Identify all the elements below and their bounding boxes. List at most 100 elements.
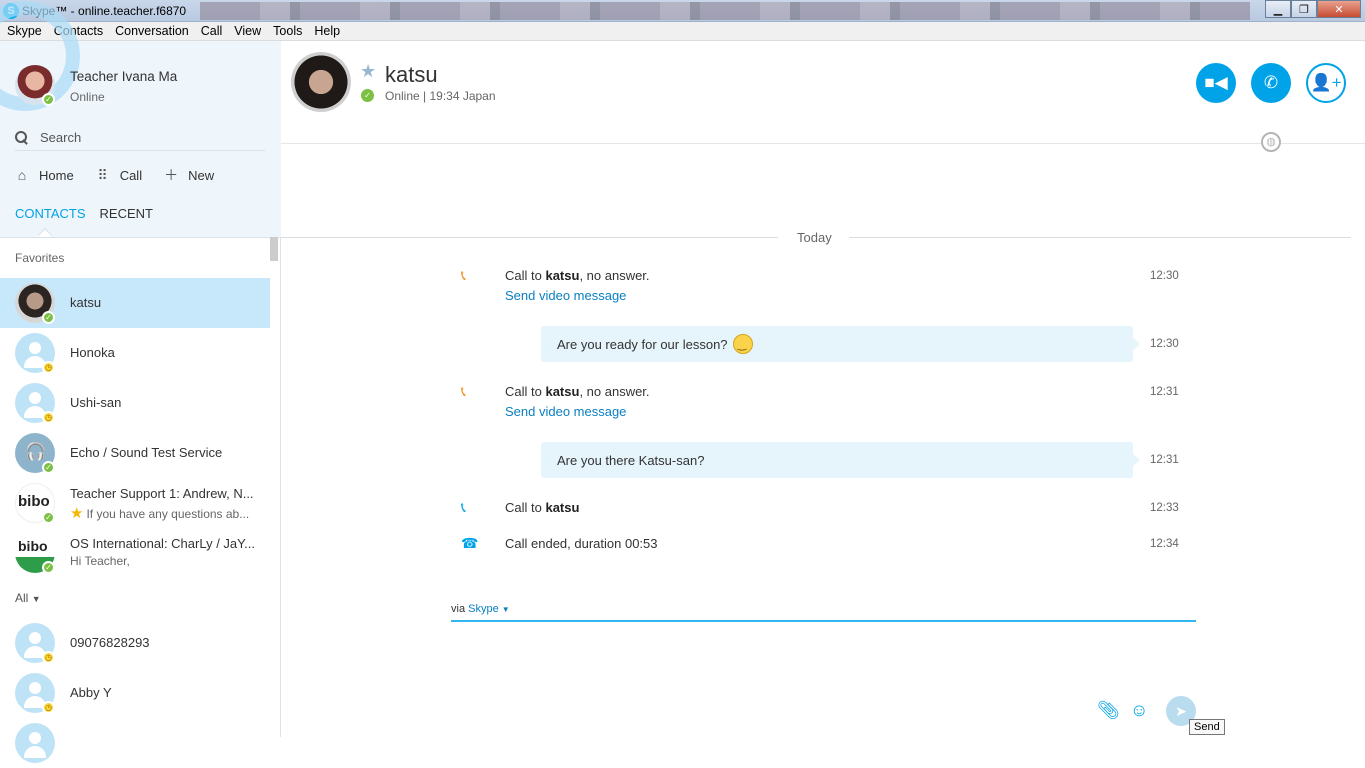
video-camera-icon: ■◀ <box>1204 73 1228 92</box>
contact-mood: ★ If you have any questions ab... <box>70 504 249 522</box>
contact-name: 09076828293 <box>70 635 150 650</box>
via-selector[interactable]: via Skype ▼ <box>451 603 510 615</box>
search-input[interactable]: Search <box>15 125 265 151</box>
call-ended-icon: ☎ <box>461 535 479 551</box>
conversation-name[interactable]: katsu <box>385 62 438 88</box>
home-label: Home <box>39 167 74 183</box>
menu-call[interactable]: Call <box>201 24 223 38</box>
all-filter-dropdown[interactable]: All ▼ <box>15 591 41 605</box>
sidebar: ✓ Teacher Ivana Ma Online Search ⌂ Home … <box>0 1 281 763</box>
send-tooltip: Send <box>1189 719 1225 735</box>
profile-name[interactable]: Teacher Ivana Ma <box>70 69 177 84</box>
online-status-icon: ✓ <box>42 461 55 474</box>
online-status-icon: ✓ <box>42 93 55 106</box>
contact-name: Ushi-san <box>70 395 122 410</box>
contact-ushi-san[interactable]: ◷ Ushi-san <box>0 378 270 428</box>
maximize-button[interactable]: ❐ <box>1291 0 1317 18</box>
contact-echo[interactable]: ✓ Echo / Sound Test Service <box>0 428 270 478</box>
all-label: All <box>15 591 29 605</box>
away-status-icon: ◷ <box>42 701 55 714</box>
call-ended-event: Call ended, duration 00:53 <box>505 536 658 551</box>
contact-os-international[interactable]: bibo ✓ OS International: CharLy / JaY...… <box>0 528 270 578</box>
tab-contacts[interactable]: CONTACTS <box>15 206 86 221</box>
home-icon: ⌂ <box>17 167 27 183</box>
search-icon <box>15 131 28 144</box>
home-button[interactable]: ⌂ Home <box>15 167 74 183</box>
contact-list-scrollbar[interactable] <box>270 237 278 261</box>
profile-status[interactable]: Online <box>70 90 105 104</box>
call-button[interactable]: ⠿ Call <box>96 166 143 184</box>
taskbar-tabs[interactable] <box>200 2 1250 20</box>
search-placeholder: Search <box>40 130 82 145</box>
menu-help[interactable]: Help <box>314 24 340 38</box>
audio-call-button[interactable]: ✆ <box>1251 63 1291 103</box>
chevron-down-icon: ▼ <box>501 605 510 614</box>
send-video-message-link[interactable]: Send video message <box>505 288 626 303</box>
close-button[interactable]: ✕ <box>1317 0 1361 18</box>
favorites-label: Favorites <box>15 251 65 265</box>
message-text: Are you ready for our lesson? <box>557 336 728 352</box>
send-video-message-link[interactable]: Send video message <box>505 404 626 419</box>
away-status-icon: ◷ <box>42 411 55 424</box>
contact-teacher-support[interactable]: bibo ✓ Teacher Support 1: Andrew, N... ★… <box>0 478 270 528</box>
menu-tools[interactable]: Tools <box>273 24 302 38</box>
attach-file-icon[interactable]: 📎︎ <box>1097 700 1120 721</box>
message-time: 12:34 <box>1150 538 1179 550</box>
online-status-icon: ✓ <box>42 561 55 574</box>
conversation-status: Online | 19:34 Japan <box>385 89 496 103</box>
service-name: Skype <box>468 603 499 615</box>
new-label: New <box>188 167 215 183</box>
phone-icon: ✆ <box>1263 73 1279 92</box>
outgoing-call-icon: 📞︎ <box>461 499 466 515</box>
contact-name: OS International: CharLy / JaY... <box>70 536 255 551</box>
menu-bar: Skype Contacts Conversation Call View To… <box>0 22 1365 41</box>
menu-conversation[interactable]: Conversation <box>115 24 189 38</box>
contact-mood: Hi Teacher, <box>70 554 130 568</box>
away-status-icon: ◷ <box>42 651 55 664</box>
day-divider-right <box>849 237 1351 238</box>
contact-09076828293[interactable]: ◷ 09076828293 <box>0 618 270 668</box>
message-text: Are you there Katsu-san? <box>557 452 705 468</box>
call-label: Call <box>119 167 143 183</box>
online-status-icon: ✓ <box>361 89 374 102</box>
call-event: Call to katsu, no answer. <box>505 384 650 399</box>
message-input[interactable] <box>451 620 1196 622</box>
divider <box>0 237 281 238</box>
dialpad-icon: ⠿ <box>97 166 108 183</box>
conversation-avatar[interactable] <box>291 52 351 112</box>
message-time: 12:31 <box>1150 386 1179 398</box>
call-event: Call to katsu, no answer. <box>505 268 650 283</box>
missed-call-icon: 📞︎ <box>461 383 466 399</box>
globe-icon[interactable]: ◍ <box>1261 132 1281 152</box>
message-bubble[interactable]: Are you ready for our lesson? <box>541 326 1140 362</box>
add-people-button[interactable]: 👤+ <box>1306 63 1346 103</box>
star-icon: ★ <box>70 505 84 522</box>
online-status-icon: ✓ <box>42 311 55 324</box>
contact-partial[interactable] <box>0 718 270 768</box>
call-event: Call to katsu <box>505 500 580 515</box>
contact-honoka[interactable]: ◷ Honoka <box>0 328 270 378</box>
via-label: via <box>451 603 466 615</box>
contact-name: Teacher Support 1: Andrew, N... <box>70 486 254 501</box>
avatar <box>15 723 55 763</box>
message-time: 12:30 <box>1150 338 1179 350</box>
favorite-star-icon[interactable]: ★ <box>360 61 376 82</box>
contact-abby-y[interactable]: ◷ Abby Y <box>0 668 270 718</box>
minimize-button[interactable]: ▁ <box>1265 0 1291 18</box>
message-bubble[interactable]: Are you there Katsu-san? <box>541 442 1140 478</box>
video-call-button[interactable]: ■◀ <box>1196 63 1236 103</box>
day-divider-left <box>281 237 778 238</box>
tab-recent[interactable]: RECENT <box>100 206 153 221</box>
contact-name: Echo / Sound Test Service <box>70 445 223 460</box>
message-time: 12:30 <box>1150 270 1179 282</box>
header-divider <box>281 143 1365 144</box>
contact-katsu[interactable]: ✓ katsu <box>0 278 270 328</box>
menu-view[interactable]: View <box>234 24 261 38</box>
message-time: 12:33 <box>1150 502 1179 514</box>
new-button[interactable]: ＋ New <box>164 165 214 185</box>
contact-name: Honoka <box>70 345 115 360</box>
emoticon-icon[interactable]: ☺ <box>1130 700 1148 721</box>
online-status-icon: ✓ <box>42 511 55 524</box>
smiley-emoticon-icon <box>732 334 753 354</box>
contact-name: katsu <box>70 295 102 310</box>
